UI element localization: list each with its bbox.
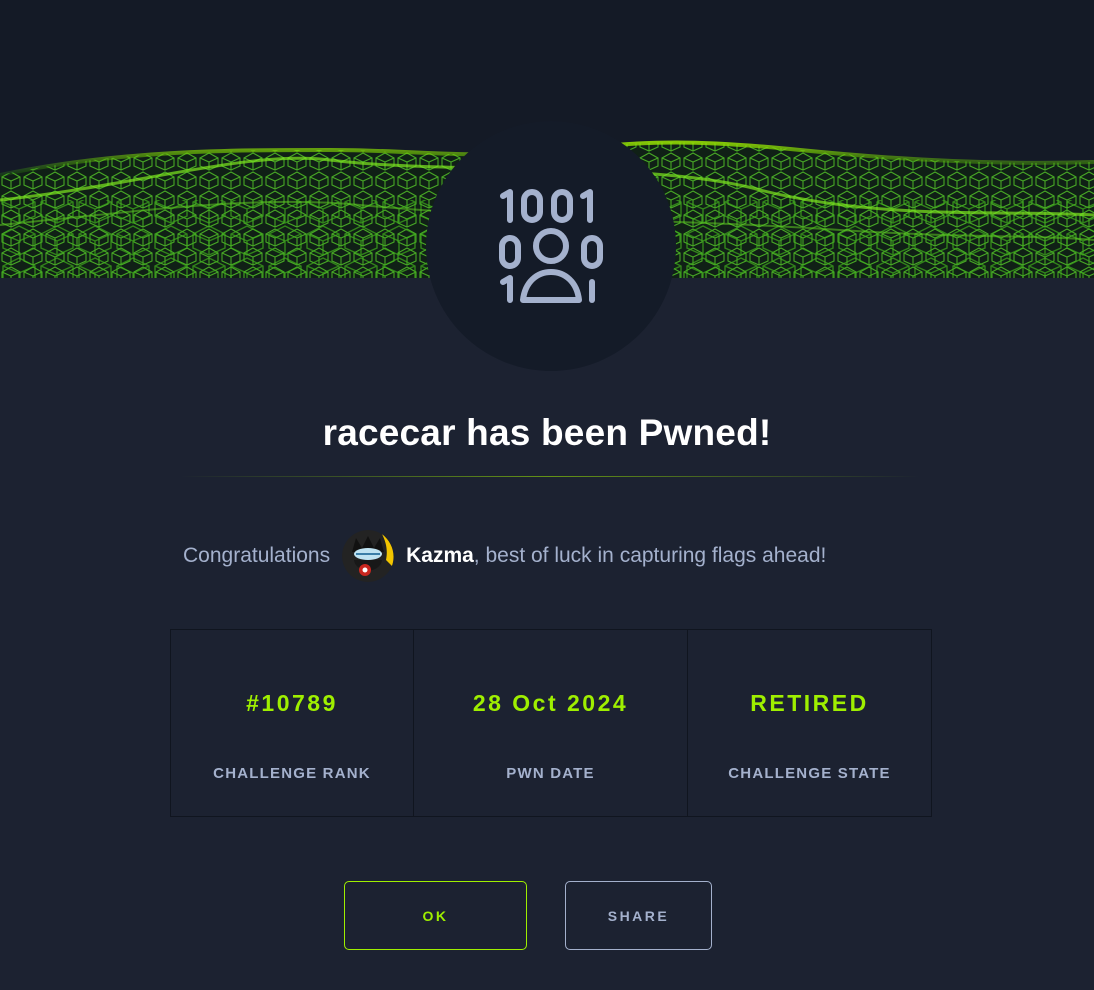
congrats-suffix: , best of luck in capturing flags ahead! bbox=[473, 544, 827, 567]
stats-grid: #10789 CHALLENGE RANK 28 Oct 2024 PWN DA… bbox=[170, 629, 932, 817]
stat-label: CHALLENGE STATE bbox=[728, 765, 891, 782]
stat-value: RETIRED bbox=[750, 690, 869, 716]
binary-user-icon bbox=[499, 189, 603, 303]
stat-value: 28 Oct 2024 bbox=[472, 690, 629, 716]
stat-label: PWN DATE bbox=[506, 765, 595, 782]
username-link[interactable]: Kazma bbox=[406, 544, 474, 568]
congrats-prefix: Congratulations bbox=[183, 544, 331, 567]
stat-pwn-date: 28 Oct 2024 PWN DATE bbox=[413, 630, 687, 816]
stat-label: CHALLENGE RANK bbox=[213, 765, 371, 782]
ok-button[interactable]: OK bbox=[344, 881, 527, 950]
stat-value: #10789 bbox=[246, 690, 338, 716]
title-divider bbox=[180, 476, 920, 477]
congrats-message: Congratulations Kazma , best of luck in … bbox=[183, 528, 826, 584]
avatar[interactable] bbox=[342, 530, 395, 582]
stat-challenge-rank: #10789 CHALLENGE RANK bbox=[171, 630, 413, 816]
share-button[interactable]: SHARE bbox=[565, 881, 712, 950]
stat-challenge-state: RETIRED CHALLENGE STATE bbox=[687, 630, 931, 816]
page-title: racecar has been Pwned! bbox=[322, 412, 772, 453]
